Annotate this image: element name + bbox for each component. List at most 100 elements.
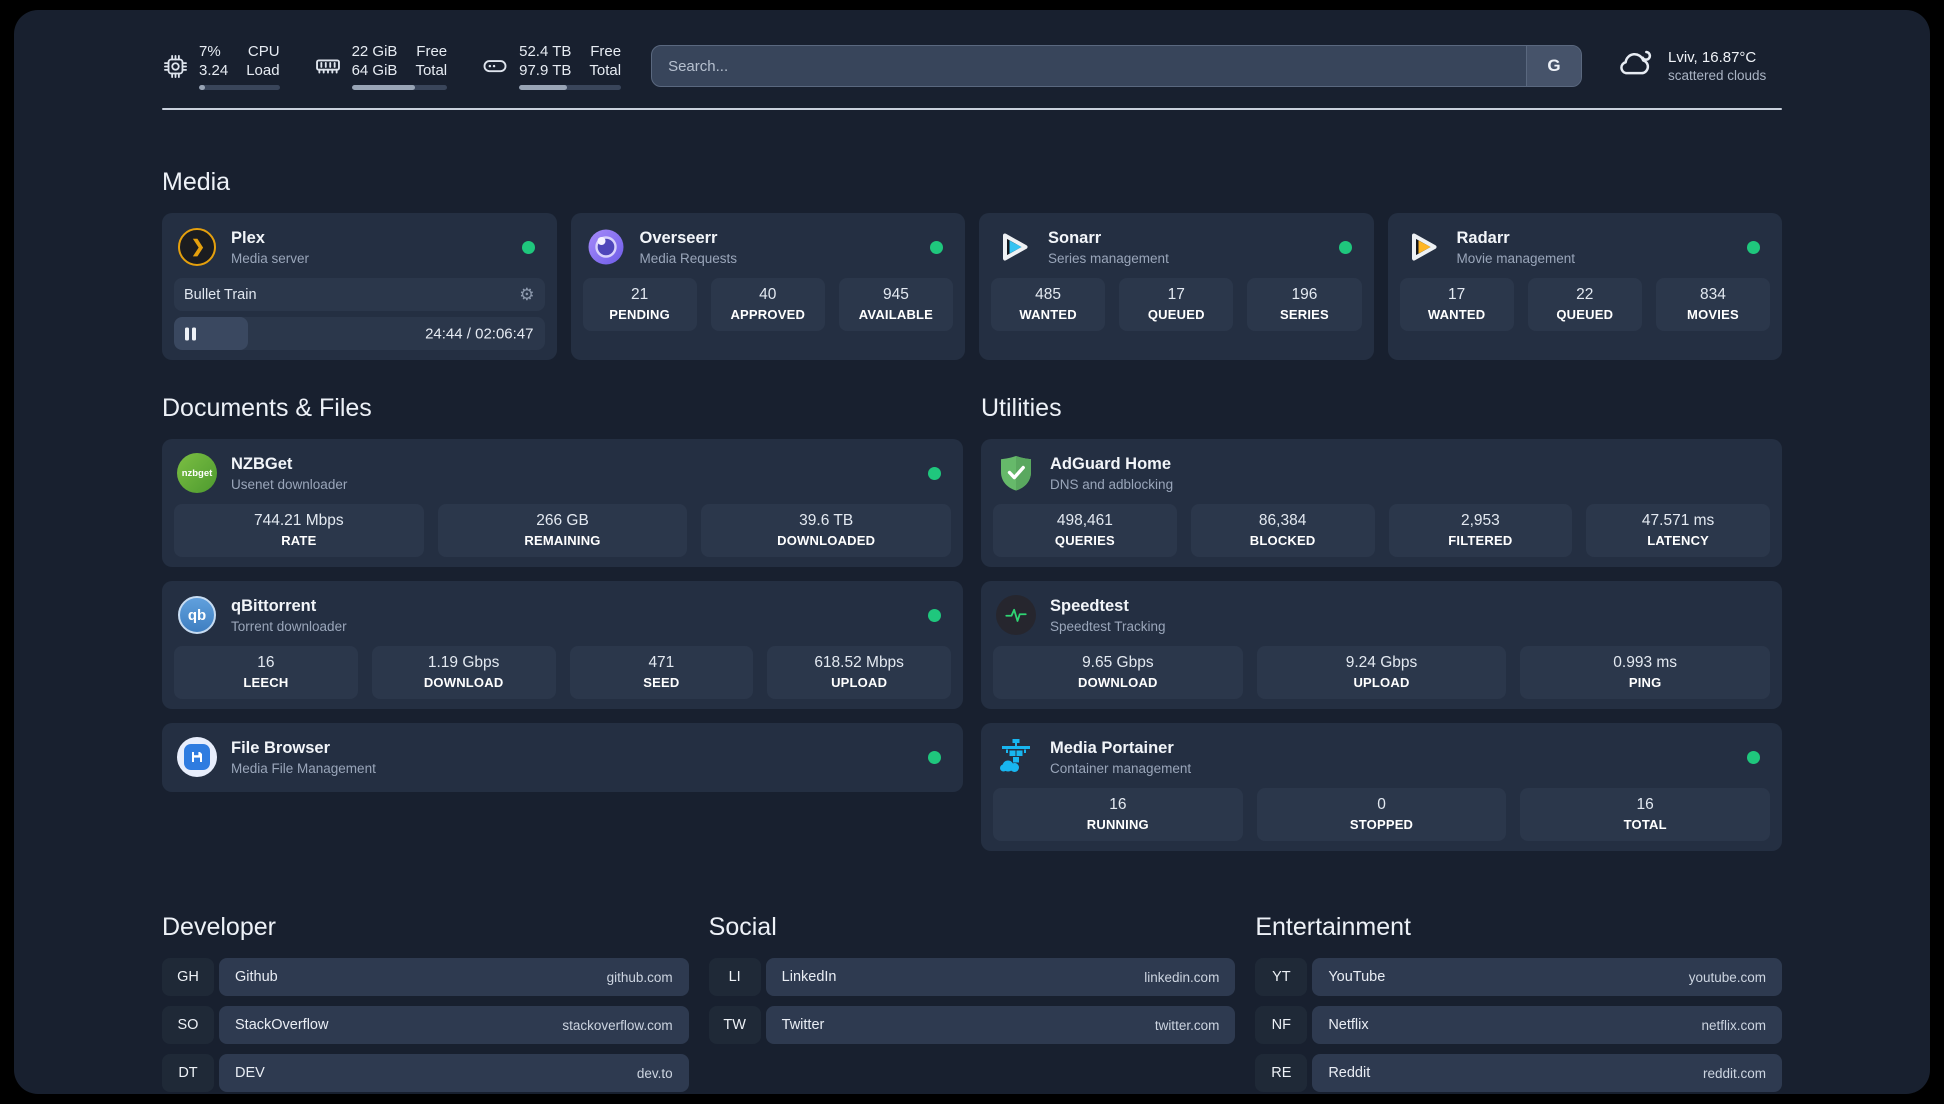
search-engine-button[interactable]: G (1526, 46, 1581, 86)
stat-tile: 618.52 Mbps UPLOAD (767, 646, 951, 699)
bookmark-url: twitter.com (1154, 1017, 1220, 1033)
bookmark-twitter[interactable]: TW Twitter twitter.com (708, 1006, 1236, 1044)
system-stats: 7% 3.24 CPU Load 22 GiB 64 GiB Free Tota… (162, 42, 622, 90)
stat-label: MOVIES (1687, 307, 1739, 322)
bookmark-url: github.com (606, 969, 673, 985)
bookmark-name: DEV (235, 1065, 265, 1081)
sonarr-card[interactable]: Sonarr Series management 485 WANTED 17 Q… (979, 213, 1374, 360)
stat-value: 47.571 ms (1641, 512, 1715, 529)
bookmark-abbr: SO (162, 1006, 214, 1044)
stat-value: 16 (1636, 796, 1654, 813)
overseerr-icon (585, 226, 627, 268)
overseerr-card[interactable]: Overseerr Media Requests 21 PENDING 40 A… (570, 213, 965, 360)
bookmark-stackoverflow[interactable]: SO StackOverflow stackoverflow.com (162, 1006, 689, 1044)
search-input[interactable] (651, 45, 1582, 87)
status-dot (928, 466, 941, 480)
stat-label: BLOCKED (1249, 533, 1316, 548)
stat-label: REMAINING (524, 533, 601, 548)
app-title: Overseerr (639, 228, 718, 247)
media-cards-row: ❯ Plex Media server Bullet Train ⚙ 24:44… (162, 213, 1782, 360)
stat-tile: 0 STOPPED (1256, 788, 1507, 841)
bookmark-abbr: LI (708, 958, 761, 996)
stat-label: PING (1628, 675, 1662, 690)
app-title: qBittorrent (231, 596, 317, 615)
bookmark-github[interactable]: GH Github github.com (162, 958, 689, 996)
memory-progress-bar (351, 85, 448, 90)
stat-value: 16 (257, 654, 275, 671)
stat-tile: 39.6 TB DOWNLOADED (701, 504, 952, 557)
bookmark-url: youtube.com (1688, 969, 1766, 985)
speedtest-icon (995, 594, 1037, 636)
nzbget-card[interactable]: nzbget NZBGet Usenet downloader 744.21 M… (162, 439, 963, 567)
stat-value: 834 (1699, 286, 1726, 303)
section-title-documents: Documents & Files (162, 394, 372, 422)
plex-card[interactable]: ❯ Plex Media server Bullet Train ⚙ 24:44… (162, 213, 557, 360)
stat-label: UPLOAD (831, 675, 888, 690)
stat-value: 266 GB (536, 512, 589, 529)
stat-value: 9.65 Gbps (1082, 654, 1154, 671)
radarr-icon (1402, 226, 1444, 268)
header-divider (162, 108, 1782, 110)
stat-tile: 40 APPROVED (710, 278, 825, 331)
status-dot (1747, 750, 1760, 764)
bookmark-youtube[interactable]: YT YouTube youtube.com (1255, 958, 1782, 996)
app-subtitle: Media File Management (231, 760, 376, 776)
adguard-card[interactable]: AdGuard Home DNS and adblocking 498,461 … (981, 439, 1782, 567)
stat-tile: 22 QUEUED (1527, 278, 1642, 331)
memory-free-label: Free (416, 43, 448, 60)
portainer-card[interactable]: Media Portainer Container management 16 … (981, 723, 1782, 851)
app-title: Speedtest (1050, 596, 1129, 615)
stat-value: 39.6 TB (799, 512, 854, 529)
portainer-icon (995, 736, 1037, 778)
stat-label: TOTAL (1623, 817, 1667, 832)
stat-label: SEED (643, 675, 680, 690)
stat-value: 17 (1447, 286, 1466, 303)
stat-tile: 0.993 ms PING (1520, 646, 1771, 699)
app-subtitle: Media server (231, 250, 310, 266)
bookmark-abbr: GH (162, 958, 214, 996)
stat-value: 945 (882, 286, 909, 303)
radarr-card[interactable]: Radarr Movie management 17 WANTED 22 QUE… (1387, 213, 1782, 360)
app-subtitle: Speedtest Tracking (1050, 618, 1166, 634)
stat-value: 2,953 (1460, 512, 1500, 529)
stat-value: 16 (1109, 796, 1127, 813)
weather-condition: scattered clouds (1668, 68, 1767, 83)
gear-icon[interactable]: ⚙ (519, 286, 534, 303)
filebrowser-icon (176, 736, 218, 778)
plex-icon: ❯ (176, 226, 218, 268)
bookmark-name: StackOverflow (235, 1017, 329, 1033)
pause-button[interactable] (185, 327, 196, 340)
qbittorrent-card[interactable]: qb qBittorrent Torrent downloader 16 LEE… (162, 581, 963, 709)
bookmark-dev[interactable]: DT DEV dev.to (162, 1054, 689, 1092)
cpu-progress-bar (199, 85, 280, 90)
playback-time: 24:44 / 02:06:47 (425, 325, 534, 342)
cpu-stat: 7% 3.24 CPU Load (162, 42, 280, 90)
stat-value: 22 (1576, 286, 1594, 303)
section-title-entertainment: Entertainment (1255, 913, 1411, 941)
filebrowser-card[interactable]: File Browser Media File Management (162, 723, 963, 792)
bookmark-name: Reddit (1328, 1065, 1371, 1081)
app-subtitle: Series management (1048, 250, 1169, 266)
speedtest-card[interactable]: Speedtest Speedtest Tracking 9.65 Gbps D… (981, 581, 1782, 709)
disk-progress-bar (519, 85, 622, 90)
section-title-developer: Developer (162, 913, 276, 941)
stat-value: 498,461 (1056, 512, 1113, 529)
status-dot (928, 608, 941, 622)
bookmark-netflix[interactable]: NF Netflix netflix.com (1255, 1006, 1782, 1044)
bookmark-linkedin[interactable]: LI LinkedIn linkedin.com (708, 958, 1236, 996)
bookmark-url: netflix.com (1701, 1017, 1766, 1033)
disk-total-value: 97.9 TB (519, 62, 572, 79)
bookmark-url: reddit.com (1702, 1065, 1766, 1081)
weather-widget: Lviv, 16.87°C scattered clouds (1612, 44, 1782, 89)
stat-value: 9.24 Gbps (1345, 654, 1418, 671)
stat-value: 744.21 Mbps (254, 512, 344, 529)
stat-tile: 16 TOTAL (1520, 788, 1771, 841)
bookmark-name: LinkedIn (781, 969, 837, 985)
stat-value: 618.52 Mbps (814, 654, 904, 671)
bookmark-url: dev.to (636, 1065, 673, 1081)
bookmark-reddit[interactable]: RE Reddit reddit.com (1255, 1054, 1782, 1092)
app-title: NZBGet (231, 454, 293, 473)
stat-tile: 834 MOVIES (1655, 278, 1771, 331)
stat-label: QUEUED (1556, 307, 1614, 322)
app-subtitle: Torrent downloader (231, 618, 347, 634)
